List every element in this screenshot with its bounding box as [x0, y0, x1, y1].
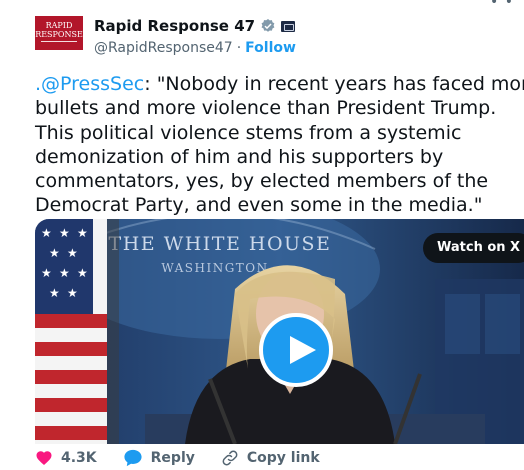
backdrop-subtitle: WASHINGTON: [161, 261, 268, 275]
more-icon[interactable]: • •: [490, 0, 514, 10]
avatar-text: RAPID RESPONSE: [35, 21, 83, 39]
tweet-line: Democrat Party, and even some in the med…: [35, 194, 483, 217]
follow-button[interactable]: Follow: [245, 40, 296, 56]
reply-label: Reply: [150, 450, 195, 466]
verified-badge-icon: [261, 19, 275, 32]
heart-icon: [36, 451, 52, 466]
tweet-line: This political violence stems from a sys…: [35, 121, 462, 144]
like-count: 4.3K: [61, 450, 97, 466]
svg-text:★: ★: [49, 246, 60, 260]
government-badge-icon: [281, 20, 296, 32]
action-bar: 4.3K Reply Copy link: [35, 446, 346, 470]
svg-text:★: ★: [59, 226, 70, 240]
copy-link-label: Copy link: [246, 450, 320, 466]
svg-text:★: ★: [41, 266, 52, 280]
like-button[interactable]: 4.3K: [35, 449, 97, 467]
handle[interactable]: @RapidResponse47: [94, 40, 233, 56]
svg-text:★: ★: [49, 286, 60, 300]
svg-text:★: ★: [67, 246, 78, 260]
play-icon[interactable]: [259, 313, 333, 387]
tweet-text: .@PressSec: "Nobody in recent years has …: [35, 72, 524, 218]
backdrop-title: THE WHITE HOUSE: [109, 233, 332, 255]
watch-on-x-button[interactable]: Watch on X: [423, 233, 524, 263]
reply-button[interactable]: Reply: [123, 449, 195, 467]
svg-text:★: ★: [41, 226, 52, 240]
author-block: Rapid Response 47 @RapidResponse47 · Follo…: [94, 16, 296, 56]
svg-text:★: ★: [59, 266, 70, 280]
svg-text:★: ★: [77, 226, 88, 240]
display-name[interactable]: Rapid Response 47: [94, 17, 255, 35]
svg-text:★: ★: [67, 286, 78, 300]
flag: ★ ★ ★ ★ ★ ★ ★ ★ ★ ★: [35, 219, 119, 444]
tweet-line: commentators, yes, by elected members of…: [35, 170, 489, 193]
tweet-line: bullets and more violence than President…: [35, 97, 497, 120]
reply-bubble-icon: [124, 449, 142, 467]
tweet-line: .@PressSec: "Nobody in recent years has …: [35, 73, 524, 95]
avatar[interactable]: RAPID RESPONSE: [35, 16, 83, 50]
mention-link[interactable]: .@PressSec: [35, 73, 144, 95]
svg-text:★: ★: [77, 266, 88, 280]
separator-dot: ·: [236, 40, 242, 56]
copy-link-button[interactable]: Copy link: [221, 449, 320, 467]
tweet-line: demonization of him and his supporters b…: [35, 145, 444, 168]
link-icon: [222, 450, 238, 466]
